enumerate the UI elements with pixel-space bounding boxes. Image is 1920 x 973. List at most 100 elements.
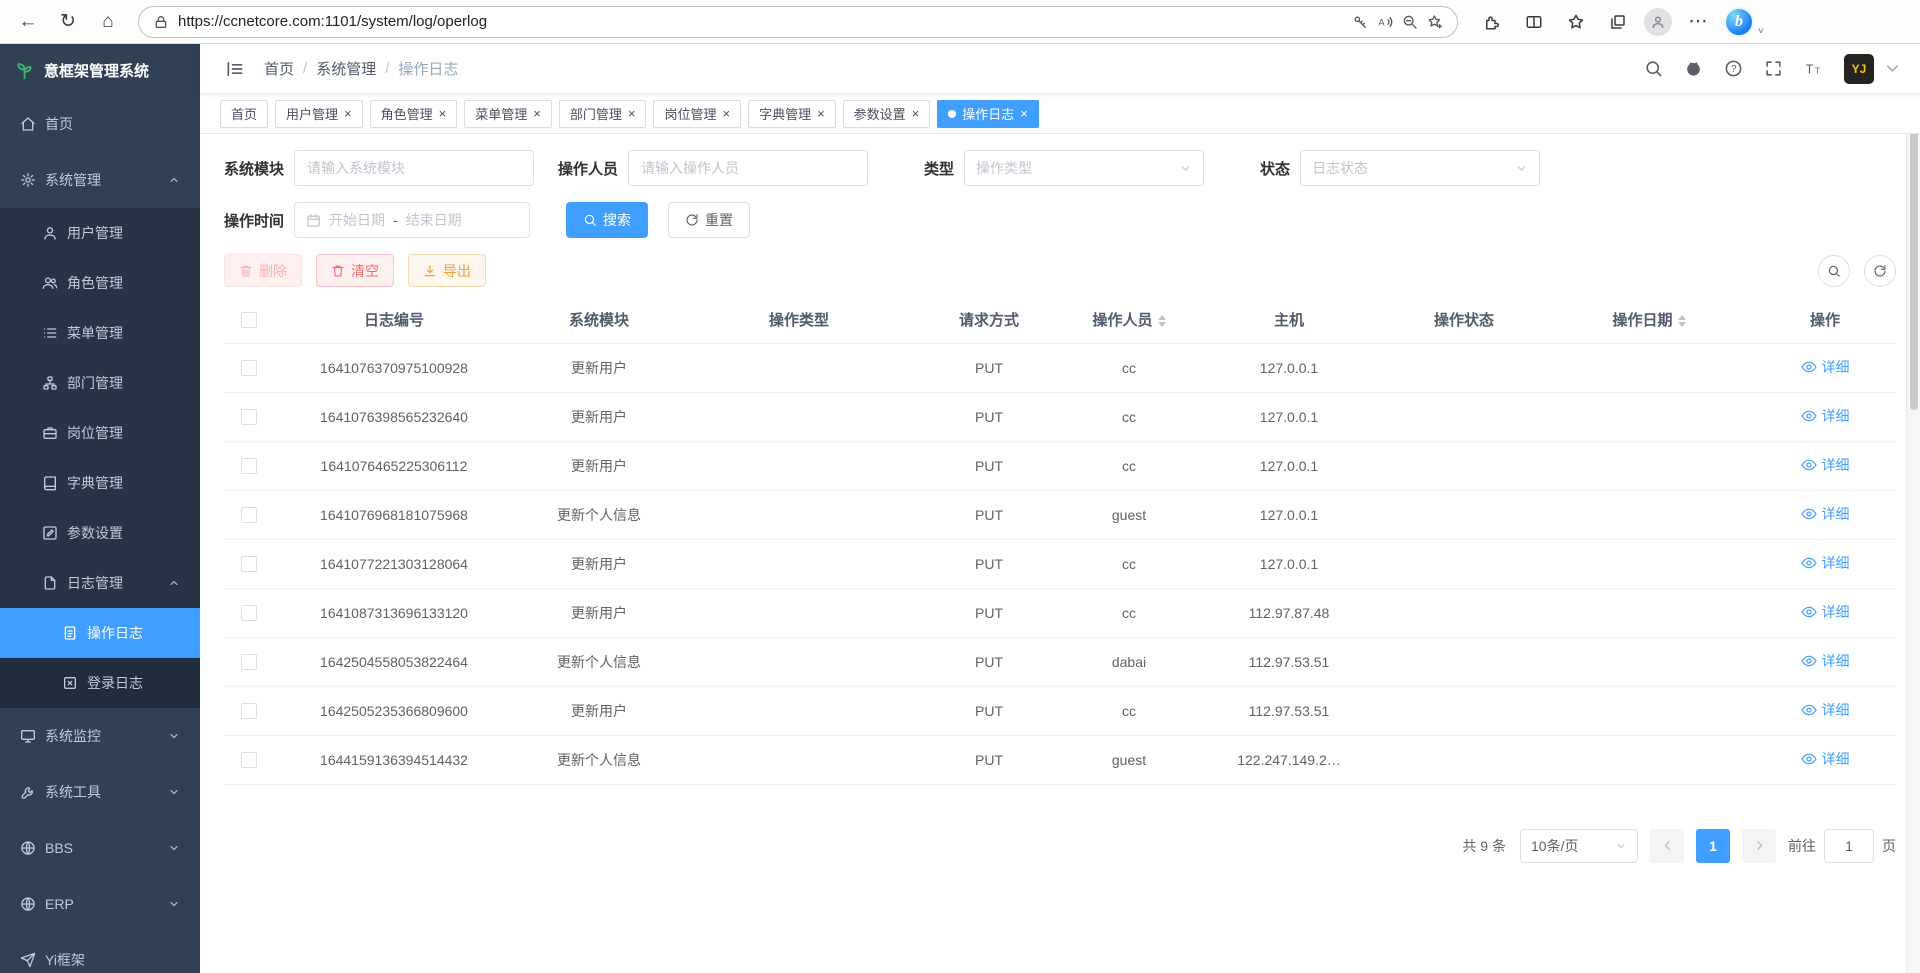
- tab-role-management[interactable]: 角色管理×: [370, 100, 458, 128]
- col-op-date-sortable[interactable]: 操作日期: [1544, 297, 1754, 343]
- detail-link[interactable]: 详细: [1801, 602, 1850, 622]
- sidebar-item-system-management[interactable]: 系统管理: [0, 152, 200, 208]
- user-avatar[interactable]: YJ: [1844, 54, 1874, 84]
- sidebar-item-param-settings[interactable]: 参数设置: [0, 508, 200, 558]
- tab-close-icon[interactable]: ×: [344, 107, 352, 120]
- collections-icon[interactable]: [1602, 5, 1634, 39]
- tab-user-management[interactable]: 用户管理×: [275, 100, 363, 128]
- fullscreen-icon[interactable]: [1764, 59, 1783, 78]
- refresh-table-button[interactable]: [1864, 255, 1896, 287]
- row-checkbox[interactable]: [241, 409, 257, 425]
- type-select[interactable]: 操作类型: [964, 150, 1204, 186]
- next-page-button[interactable]: [1742, 829, 1776, 863]
- tab-dict-management[interactable]: 字典管理×: [748, 100, 836, 128]
- detail-link[interactable]: 详细: [1801, 749, 1850, 769]
- sidebar-item-operation-log[interactable]: 操作日志: [0, 608, 200, 658]
- question-icon[interactable]: ?: [1724, 59, 1743, 78]
- sidebar-item-erp[interactable]: ERP: [0, 876, 200, 932]
- select-all-checkbox[interactable]: [241, 312, 257, 328]
- tab-menu-management[interactable]: 菜单管理×: [464, 100, 552, 128]
- sidebar-item-system-tools[interactable]: 系统工具: [0, 764, 200, 820]
- reset-button[interactable]: 重置: [668, 202, 750, 238]
- tab-close-icon[interactable]: ×: [628, 107, 636, 120]
- tab-close-icon[interactable]: ×: [817, 107, 825, 120]
- detail-link[interactable]: 详细: [1801, 700, 1850, 720]
- detail-link[interactable]: 详细: [1801, 651, 1850, 671]
- chevron-down-icon[interactable]: ˅: [1758, 26, 1764, 39]
- sidebar-item-yi-framework[interactable]: Yi框架: [0, 932, 200, 973]
- tab-home[interactable]: 首页: [220, 100, 268, 128]
- search-icon[interactable]: [1644, 59, 1663, 78]
- tab-close-icon[interactable]: ×: [533, 107, 541, 120]
- profile-avatar[interactable]: [1644, 8, 1672, 36]
- sidebar-item-post-management[interactable]: 岗位管理: [0, 408, 200, 458]
- chevron-down-icon[interactable]: [1883, 59, 1902, 78]
- tab-close-icon[interactable]: ×: [1020, 107, 1028, 120]
- goto-page-input[interactable]: [1824, 829, 1874, 863]
- favorites-icon[interactable]: [1560, 5, 1592, 39]
- col-operator-sortable[interactable]: 操作人员: [1064, 297, 1194, 343]
- tab-close-icon[interactable]: ×: [439, 107, 447, 120]
- export-button[interactable]: 导出: [408, 254, 486, 287]
- module-input[interactable]: [294, 150, 534, 186]
- github-icon[interactable]: [1684, 59, 1703, 78]
- extensions-puzzle-icon[interactable]: [1476, 5, 1508, 39]
- zoom-out-icon[interactable]: [1402, 14, 1418, 30]
- split-screen-icon[interactable]: [1518, 5, 1550, 39]
- toggle-search-button[interactable]: [1818, 255, 1850, 287]
- row-checkbox[interactable]: [241, 703, 257, 719]
- detail-link[interactable]: 详细: [1801, 406, 1850, 426]
- row-checkbox[interactable]: [241, 458, 257, 474]
- tab-operation-log[interactable]: 操作日志×: [937, 100, 1039, 128]
- current-page-button[interactable]: 1: [1696, 829, 1730, 863]
- sidebar-item-user-management[interactable]: 用户管理: [0, 208, 200, 258]
- row-checkbox[interactable]: [241, 752, 257, 768]
- row-checkbox[interactable]: [241, 360, 257, 376]
- row-checkbox[interactable]: [241, 556, 257, 572]
- font-size-icon[interactable]: TT: [1804, 59, 1823, 78]
- sidebar-toggle[interactable]: [218, 52, 252, 86]
- add-favorite-star-icon[interactable]: [1427, 14, 1443, 30]
- bing-logo[interactable]: b: [1724, 7, 1754, 37]
- status-select[interactable]: 日志状态: [1300, 150, 1540, 186]
- detail-link[interactable]: 详细: [1801, 504, 1850, 524]
- search-button[interactable]: 搜索: [566, 202, 648, 238]
- more-options-icon[interactable]: ⋯: [1682, 5, 1714, 39]
- breadcrumb-system-management[interactable]: 系统管理: [316, 58, 376, 79]
- read-aloud-icon[interactable]: A: [1377, 14, 1393, 30]
- sidebar-item-home[interactable]: 首页: [0, 96, 200, 152]
- breadcrumb-home[interactable]: 首页: [264, 58, 294, 79]
- detail-link[interactable]: 详细: [1801, 357, 1850, 377]
- operator-input[interactable]: [628, 150, 868, 186]
- clear-button[interactable]: 清空: [316, 254, 394, 287]
- sidebar-item-log-management[interactable]: 日志管理: [0, 558, 200, 608]
- tab-dept-management[interactable]: 部门管理×: [559, 100, 647, 128]
- password-key-icon[interactable]: [1352, 14, 1368, 30]
- delete-button[interactable]: 删除: [224, 254, 302, 287]
- refresh-button[interactable]: ↻: [50, 5, 86, 39]
- row-checkbox[interactable]: [241, 654, 257, 670]
- tab-close-icon[interactable]: ×: [912, 107, 920, 120]
- detail-link[interactable]: 详细: [1801, 553, 1850, 573]
- sidebar-item-dept-management[interactable]: 部门管理: [0, 358, 200, 408]
- sort-carets-icon[interactable]: [1158, 311, 1166, 331]
- sidebar-item-login-log[interactable]: 登录日志: [0, 658, 200, 708]
- sidebar-item-role-management[interactable]: 角色管理: [0, 258, 200, 308]
- url-text[interactable]: https://ccnetcore.com:1101/system/log/op…: [178, 13, 1343, 30]
- address-bar[interactable]: https://ccnetcore.com:1101/system/log/op…: [138, 6, 1458, 38]
- tab-param-settings[interactable]: 参数设置×: [843, 100, 931, 128]
- tab-close-icon[interactable]: ×: [722, 107, 730, 120]
- prev-page-button[interactable]: [1650, 829, 1684, 863]
- date-range-picker[interactable]: 开始日期 - 结束日期: [294, 202, 530, 238]
- sidebar-item-bbs[interactable]: BBS: [0, 820, 200, 876]
- sidebar-item-system-monitor[interactable]: 系统监控: [0, 708, 200, 764]
- row-checkbox[interactable]: [241, 605, 257, 621]
- tab-post-management[interactable]: 岗位管理×: [653, 100, 741, 128]
- back-button[interactable]: ←: [10, 5, 46, 39]
- sort-carets-icon[interactable]: [1678, 311, 1686, 331]
- home-button[interactable]: ⌂: [90, 5, 126, 39]
- detail-link[interactable]: 详细: [1801, 455, 1850, 475]
- row-checkbox[interactable]: [241, 507, 257, 523]
- sidebar-item-dict-management[interactable]: 字典管理: [0, 458, 200, 508]
- page-size-select[interactable]: 10条/页: [1520, 829, 1638, 863]
